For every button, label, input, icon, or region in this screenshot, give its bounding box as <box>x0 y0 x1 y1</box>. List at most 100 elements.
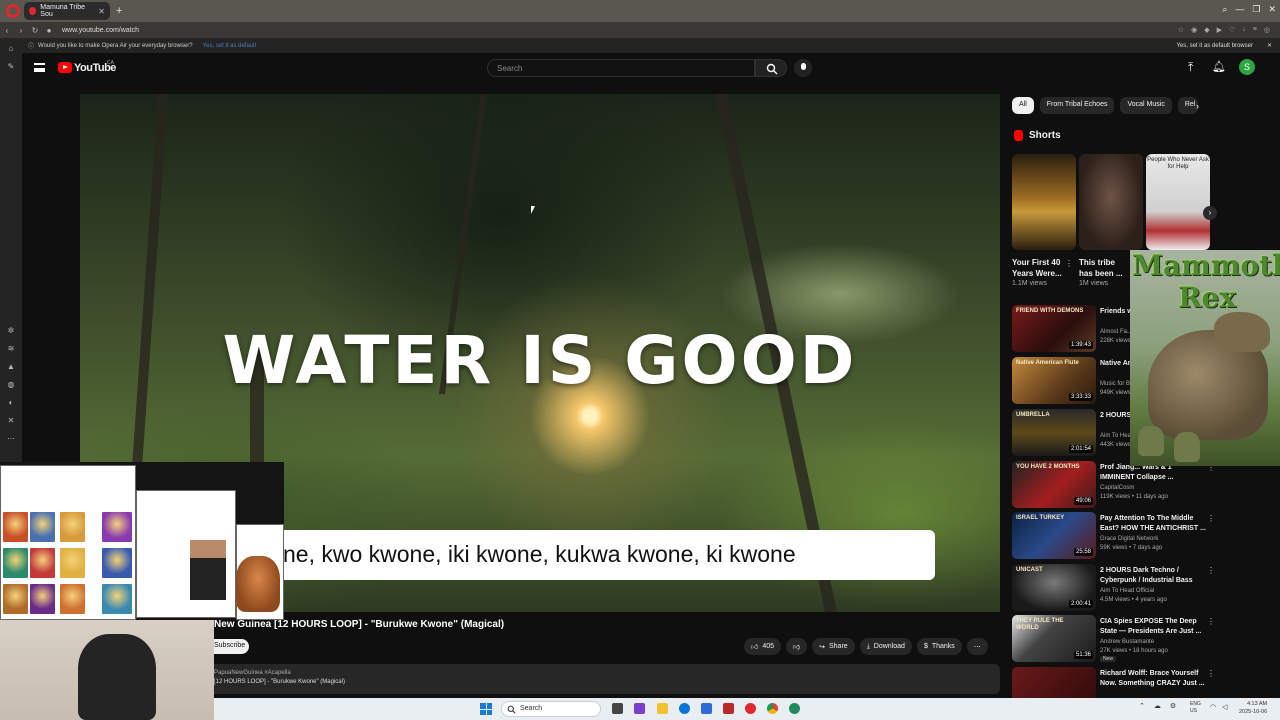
image-result-tile[interactable] <box>102 548 132 578</box>
short-title[interactable]: Your First 40 Years Were... <box>1012 257 1068 279</box>
video-title[interactable]: Prof Jiang... Wars & 1 IMMINENT Collapse… <box>1100 463 1206 483</box>
back-icon[interactable]: ‹ <box>0 26 14 35</box>
image-result-tile[interactable] <box>60 512 85 542</box>
gear-icon[interactable]: ⚙ <box>1170 702 1176 710</box>
app-icon[interactable] <box>789 703 800 714</box>
taskbar-clock[interactable]: 4:13 AM 2025-10-06 <box>1239 700 1267 716</box>
edge-icon[interactable] <box>679 703 690 714</box>
whatsapp-icon[interactable]: ◐ <box>5 396 17 408</box>
more-icon[interactable]: ⋯ <box>5 432 17 444</box>
camera-icon[interactable]: ◉ <box>1191 26 1197 34</box>
wifi-icon[interactable]: ◠ <box>1210 703 1216 711</box>
video-title[interactable]: 2 HOURS Dark Techno / Cyberpunk / Indust… <box>1100 566 1206 587</box>
prompt-link[interactable]: Yes, set it as default <box>203 43 256 49</box>
short-thumbnail[interactable] <box>1012 154 1076 250</box>
x-icon[interactable]: ✕ <box>5 414 17 426</box>
channel-name[interactable]: Almost Fa... <box>1100 329 1132 335</box>
close-window-icon[interactable]: ✕ <box>1268 4 1276 15</box>
image-result-tile[interactable] <box>30 548 55 578</box>
windows-start-icon[interactable] <box>480 703 492 715</box>
channel-name[interactable]: Andrew Bustamante <box>1100 639 1154 645</box>
language-indicator[interactable]: ENG US <box>1190 701 1201 715</box>
youtube-logo-icon[interactable] <box>58 62 72 73</box>
reload-icon[interactable]: ↻ <box>28 26 42 35</box>
home-icon[interactable]: ⌂ <box>5 42 17 54</box>
bookmark-icon[interactable]: ☆ <box>1178 26 1184 34</box>
image-result-tile[interactable] <box>60 584 85 614</box>
forward-icon[interactable]: › <box>14 26 28 35</box>
short-title[interactable]: This tribe has been ... <box>1079 257 1129 279</box>
taskbar-search[interactable]: Search <box>501 701 601 717</box>
image-result-tile[interactable] <box>3 548 28 578</box>
video-title[interactable]: CIA Spies EXPOSE The Deep State — Presid… <box>1100 617 1206 637</box>
mammoth-rex-overlay[interactable]: Mammoth Rex <box>1130 250 1280 466</box>
video-title[interactable]: Pay Attention To The Middle East? HOW TH… <box>1100 514 1206 534</box>
url-field[interactable]: www.youtube.com/watch <box>62 27 139 34</box>
triangle-icon[interactable]: ▲ <box>5 360 17 372</box>
video-thumbnail[interactable]: FRIEND WITH DEMONS 1:39:43 <box>1012 305 1096 352</box>
image-result-tile[interactable] <box>30 584 55 614</box>
recommended-video[interactable]: UNICAST 2:00:41 2 HOURS Dark Techno / Cybe… <box>1012 564 1215 612</box>
close-prompt-icon[interactable]: ✕ <box>1267 42 1280 49</box>
video-title[interactable]: Richard Wolff: Brace Yourself Now. Somet… <box>1100 669 1206 689</box>
task-view-icon[interactable] <box>612 703 623 714</box>
image-result-tile[interactable] <box>3 512 28 542</box>
more-options-icon[interactable]: ⋮ <box>1207 514 1215 523</box>
chevron-up-icon[interactable]: ⌃ <box>1139 702 1145 710</box>
video-thumbnail[interactable]: YOU HAVE 2 MONTHS 49:06 <box>1012 461 1096 508</box>
opera-taskbar-icon[interactable] <box>745 703 756 714</box>
layers-icon[interactable]: ≋ <box>5 342 17 354</box>
video-thumbnail[interactable]: UNICAST 2:00:41 <box>1012 564 1096 611</box>
opera-logo-icon[interactable] <box>6 4 20 18</box>
image-result-tile[interactable] <box>3 584 28 614</box>
more-actions-button[interactable]: ⋯ <box>966 638 988 655</box>
ai-icon[interactable]: ✲ <box>5 324 17 336</box>
dislike-button[interactable]: 👎︎ <box>786 638 808 655</box>
image-result-tile[interactable] <box>60 548 85 578</box>
video-thumbnail[interactable]: UMBRELLA 2:01:54 <box>1012 409 1096 456</box>
chip-vocal-music[interactable]: Vocal Music <box>1120 97 1172 114</box>
set-default-button[interactable]: Yes, set it as default browser <box>1176 43 1263 49</box>
recommended-video[interactable]: YOU HAVE 2 MONTHS 49:06 Prof Jiang... Wars… <box>1012 461 1215 509</box>
video-thumbnail[interactable]: ISRAEL TURKEY 25:58 <box>1012 512 1096 559</box>
short-thumbnail[interactable] <box>1079 154 1143 250</box>
chevron-right-icon[interactable]: › <box>1196 101 1199 111</box>
channel-name[interactable]: Grace Digital Network <box>1100 536 1158 542</box>
more-options-icon[interactable]: ⋮ <box>1207 617 1215 626</box>
onedrive-icon[interactable]: ☁ <box>1154 702 1161 710</box>
image-result-tile[interactable] <box>30 512 55 542</box>
copilot-icon[interactable] <box>634 703 645 714</box>
channel-name[interactable]: CapitalCosm <box>1100 485 1134 491</box>
thanks-button[interactable]: $ Thanks <box>916 638 962 655</box>
chrome-icon[interactable] <box>767 703 778 714</box>
maximize-icon[interactable]: ❐ <box>1252 4 1260 15</box>
image-result-tile[interactable] <box>102 584 132 614</box>
search-input[interactable]: Search <box>487 59 755 77</box>
more-options-icon[interactable]: ⋮ <box>1207 566 1215 575</box>
notifications-bell-icon[interactable]: 🔔︎ <box>1212 60 1226 73</box>
chip-all[interactable]: All <box>1012 97 1034 114</box>
shorts-next-icon[interactable]: › <box>1203 206 1217 220</box>
browser-tab[interactable]: Mamuna Tribe Sou ✕ <box>24 2 110 20</box>
app-icon[interactable] <box>723 703 734 714</box>
tab-close-icon[interactable]: ✕ <box>98 7 105 16</box>
download-icon[interactable]: ↓ <box>1242 26 1246 34</box>
download-button[interactable]: ⤓ Download <box>859 638 912 655</box>
recommended-video[interactable]: THEY RULE THE WORLD 51:36 CIA Spies EXPOSE… <box>1012 615 1215 663</box>
create-icon[interactable]: ⤒ <box>1188 60 1193 75</box>
recommended-video[interactable]: ISRAEL TURKEY 25:58 Pay Attention To The M… <box>1012 512 1215 560</box>
account-icon[interactable]: ◎ <box>1264 26 1270 34</box>
search-button[interactable] <box>755 59 787 77</box>
minimize-icon[interactable]: — <box>1235 4 1244 15</box>
new-tab-icon[interactable]: + <box>116 5 122 17</box>
short-thumbnail[interactable]: People Who Never Ask for Help <box>1146 154 1210 250</box>
store-icon[interactable] <box>701 703 712 714</box>
search-tabs-icon[interactable]: ⌕ <box>1222 4 1227 15</box>
more-options-icon[interactable]: ⋮ <box>1207 669 1215 678</box>
hamburger-menu-icon[interactable] <box>34 63 45 72</box>
like-button[interactable]: 👍︎ 405 <box>744 638 782 655</box>
video-thumbnail[interactable]: THEY RULE THE WORLD 51:36 <box>1012 615 1096 662</box>
volume-icon[interactable]: ◁ <box>1222 703 1227 711</box>
avatar[interactable]: S <box>1239 59 1255 75</box>
compose-icon[interactable]: ✎ <box>5 60 17 72</box>
